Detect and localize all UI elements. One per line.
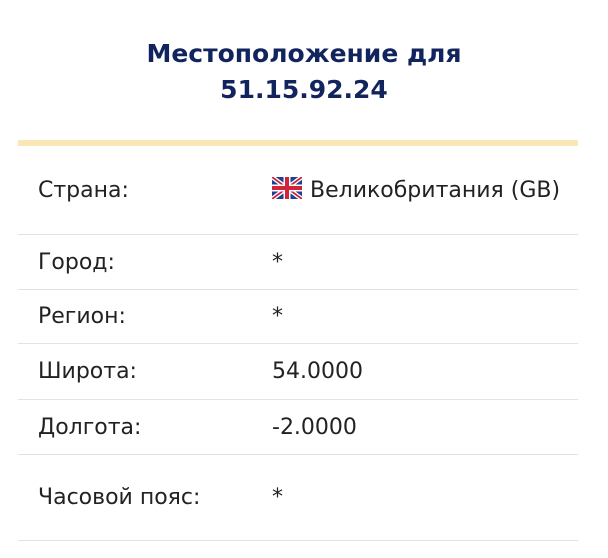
- city-label: Город:: [18, 234, 253, 290]
- table-row-timezone: Часовой пояс: *: [18, 454, 578, 541]
- country-label: Страна:: [18, 146, 253, 235]
- timezone-label: Часовой пояс:: [18, 454, 253, 541]
- table-row-country: Страна: Великобритания (GB): [18, 146, 578, 235]
- table-row-longitude: Долгота: -2.0000: [18, 399, 578, 455]
- region-value: *: [253, 289, 578, 344]
- page-title-line1: Местоположение для: [146, 39, 462, 68]
- country-value: Великобритания (GB): [310, 177, 561, 203]
- ip-address: 51.15.92.24: [220, 75, 388, 104]
- latitude-value: 54.0000: [253, 343, 578, 400]
- table-row-region: Регион: *: [18, 289, 578, 344]
- timezone-value: *: [253, 454, 578, 541]
- region-label: Регион:: [18, 289, 253, 344]
- table-row-latitude: Широта: 54.0000: [18, 343, 578, 400]
- longitude-label: Долгота:: [18, 399, 253, 455]
- longitude-value: -2.0000: [253, 399, 578, 455]
- city-value: *: [253, 234, 578, 290]
- country-value-cell: Великобритания (GB): [253, 146, 578, 235]
- location-table: Страна: Великобритания (GB) Город: * Рег…: [18, 146, 578, 541]
- table-row-city: Город: *: [18, 234, 578, 290]
- page-title: Местоположение для 51.15.92.24: [0, 36, 608, 108]
- latitude-label: Широта:: [18, 343, 253, 400]
- uk-flag-icon: [272, 176, 302, 199]
